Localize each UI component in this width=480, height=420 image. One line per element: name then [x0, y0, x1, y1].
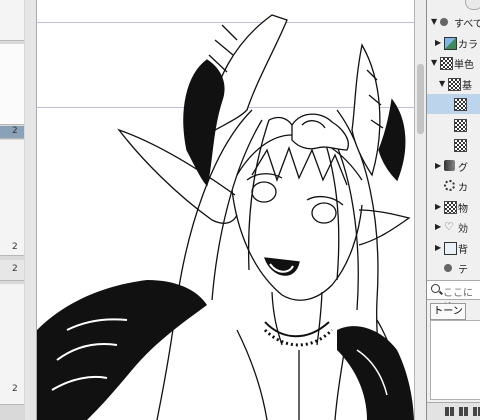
search-icon: [431, 284, 440, 293]
checker-icon: [448, 77, 461, 91]
chevron-right-icon[interactable]: ▶: [435, 161, 441, 170]
page-number: 2: [12, 384, 18, 394]
checker-icon: [454, 118, 467, 132]
manga-illustration: [37, 14, 414, 420]
checker-icon: [444, 200, 457, 214]
large-thumbnail-view-icon[interactable]: [445, 407, 454, 416]
page-number: 2: [12, 242, 18, 252]
material-tree-item[interactable]: ▶ ♡ 効: [427, 217, 480, 237]
material-tree-label: カ: [458, 183, 468, 194]
material-tree-item[interactable]: ▶ 物: [427, 197, 480, 217]
panel-menu-button[interactable]: [465, 0, 480, 10]
material-tree-item[interactable]: ▶ 背: [427, 238, 480, 258]
material-tree-label: 背: [458, 244, 468, 256]
material-list-area[interactable]: [430, 320, 480, 400]
checker-icon: [454, 98, 467, 111]
material-tree-item[interactable]: カ: [427, 176, 480, 196]
material-tree-item[interactable]: ▶ カラ: [427, 33, 480, 53]
material-tree-label: カラ: [458, 39, 478, 51]
material-tree-label: すべて: [454, 19, 480, 30]
material-tree-label: テ: [458, 265, 468, 276]
material-search[interactable]: ここに検: [427, 280, 480, 314]
gear-icon: [444, 180, 455, 191]
material-tree-label: グ: [458, 162, 468, 174]
list-view-icon[interactable]: [473, 407, 480, 416]
material-panel: ▼すべて▶カラ▼単色▼基▶グカ▶物▶♡効▶背テ ここに検 トーン: [426, 0, 480, 420]
scrollbar-thumb[interactable]: [417, 64, 424, 134]
material-tree-item[interactable]: ▶ グ: [427, 156, 480, 176]
page-thumbnail-strip: 2 2 2 2: [0, 0, 26, 420]
material-tree-item[interactable]: [427, 115, 480, 135]
chevron-right-icon[interactable]: ▶: [435, 202, 441, 211]
brush-icon: [444, 159, 455, 171]
tab-tone[interactable]: トーン: [430, 303, 466, 320]
material-tree-item[interactable]: ▼ 基: [427, 74, 480, 94]
material-tree-item[interactable]: ▼ 単色: [427, 53, 480, 73]
page-thumbnail-selected[interactable]: 2: [0, 126, 24, 139]
panel-view-toolbar: [427, 402, 480, 420]
blue-icon: [444, 36, 457, 50]
material-tree-label: 単色: [454, 60, 474, 71]
material-tree-item[interactable]: [427, 135, 480, 155]
material-tree-label: 基: [462, 80, 472, 92]
heart-icon: ♡: [444, 220, 454, 233]
checker-icon: [454, 139, 467, 152]
chevron-down-icon[interactable]: ▼: [439, 79, 445, 88]
page-thumbnail[interactable]: 2: [0, 284, 24, 405]
small-thumbnail-view-icon[interactable]: [459, 407, 468, 416]
drawing-canvas[interactable]: [37, 0, 414, 420]
page-thumbnail[interactable]: [0, 44, 24, 125]
chevron-right-icon[interactable]: ▶: [435, 243, 441, 252]
material-tree-label: 物: [458, 203, 468, 215]
page-thumbnail[interactable]: 2: [0, 260, 24, 281]
checker-icon: [440, 57, 453, 70]
chevron-right-icon[interactable]: ▶: [435, 38, 441, 47]
material-tree-item[interactable]: [427, 94, 480, 114]
thumbnail-scrollbar[interactable]: [25, 0, 37, 420]
material-tree-label: 効: [458, 224, 468, 235]
page-number: 2: [12, 126, 18, 136]
chevron-right-icon[interactable]: ▶: [435, 222, 441, 231]
page-number: 2: [12, 264, 18, 274]
dot-icon: [444, 264, 452, 272]
page-thumbnail[interactable]: 2: [0, 140, 24, 256]
material-tree-item[interactable]: ▼ すべて: [427, 12, 480, 32]
img-icon: [444, 241, 457, 255]
chevron-down-icon[interactable]: ▼: [431, 58, 437, 67]
dot-icon: [440, 18, 448, 26]
chevron-down-icon[interactable]: ▼: [431, 17, 437, 26]
material-tree-item[interactable]: テ: [427, 258, 480, 278]
page-thumbnail[interactable]: [0, 0, 24, 41]
